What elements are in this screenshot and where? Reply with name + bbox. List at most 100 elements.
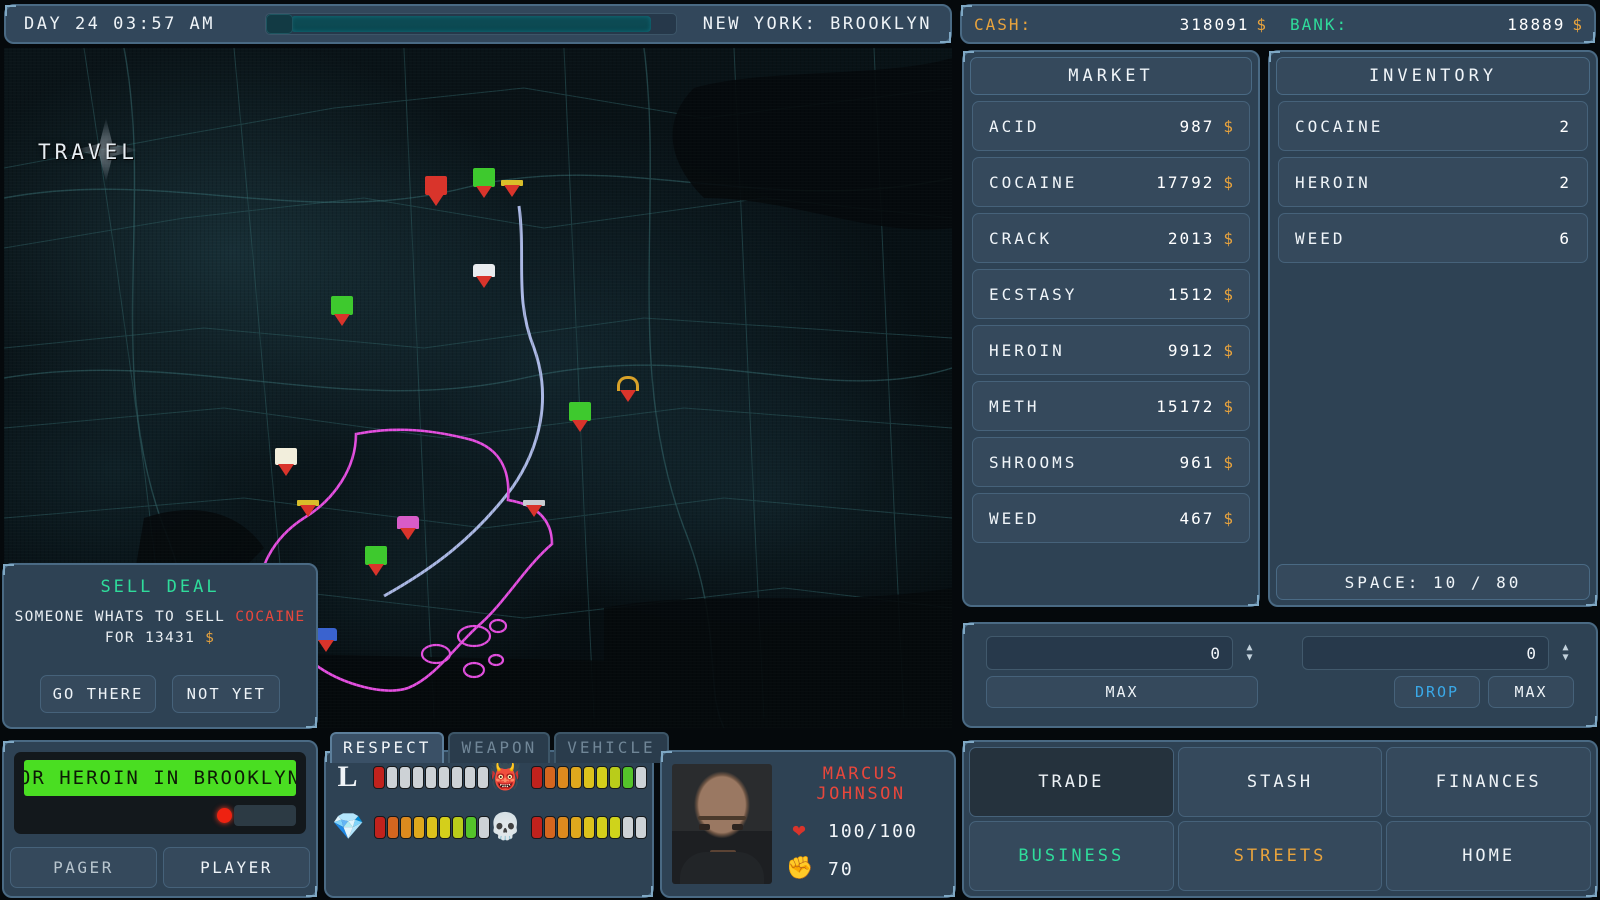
marker-green-cash-4[interactable] [365, 546, 387, 576]
market-row[interactable]: HEROIN9912$ [972, 325, 1250, 375]
law-respect-segment [451, 766, 463, 789]
gang-respect-segment [609, 766, 621, 789]
respect-row: 💎💀 [326, 802, 652, 852]
marker-white-bank-pin-icon [278, 464, 294, 476]
wealth-respect-segment [413, 816, 425, 839]
gang-respect-segment [622, 766, 634, 789]
marker-green-cash-4-body [365, 546, 387, 565]
market-row[interactable]: ACID987$ [972, 101, 1250, 151]
currency-icon: $ [1223, 173, 1233, 192]
bank-value: 18889 [1348, 15, 1565, 34]
marker-white-club[interactable] [473, 264, 495, 288]
sell-deal-text-before: SOMEONE WHATS TO SELL [15, 609, 226, 625]
drop-button[interactable]: DROP [1394, 676, 1480, 708]
topbar-right: CASH: 318091 $ BANK: 18889 $ [960, 4, 1596, 44]
tab-pager[interactable]: PAGER [10, 847, 157, 888]
market-item-price: 467 [1179, 509, 1214, 528]
inventory-row[interactable]: WEED6 [1278, 213, 1588, 263]
action-home-button[interactable]: HOME [1386, 821, 1591, 891]
buy-quantity-input[interactable]: 0 [986, 636, 1233, 670]
sell-deal-price-prefix: FOR [105, 630, 135, 646]
tab-vehicle[interactable]: VEHICLE [554, 732, 668, 763]
market-item-list: ACID987$COCAINE17792$CRACK2013$ECSTASY15… [964, 95, 1258, 543]
wealth-respect-segment [400, 816, 412, 839]
market-row[interactable]: COCAINE17792$ [972, 157, 1250, 207]
gang-respect-bar [531, 766, 647, 789]
currency-icon: $ [1223, 229, 1233, 248]
marker-red-building[interactable] [425, 176, 447, 206]
market-item-name: WEED [989, 509, 1179, 528]
gang-respect-segment [596, 766, 608, 789]
street-respect-segment [557, 816, 569, 839]
time-progress-bar [265, 13, 677, 35]
health-stat: ❤ 100/100 [780, 820, 942, 842]
sell-quantity-stepper[interactable]: ▲▼ [1557, 644, 1574, 662]
street-respect-segment [609, 816, 621, 839]
tab-weapon[interactable]: WEAPON [448, 732, 550, 763]
marker-gold-shop[interactable] [501, 180, 523, 197]
tab-player[interactable]: PLAYER [163, 847, 310, 888]
travel-control[interactable]: TRAVEL [38, 140, 138, 164]
wealth-respect-segment [465, 816, 477, 839]
street-respect-segment [596, 816, 608, 839]
action-finances-button[interactable]: FINANCES [1386, 747, 1591, 817]
buy-quantity-column: 0 ▲▼ MAX [964, 624, 1280, 726]
marker-green-cash-3[interactable] [569, 402, 591, 432]
sell-quantity-input[interactable]: 0 [1302, 636, 1549, 670]
bank-label: BANK: [1290, 15, 1348, 34]
market-row[interactable]: WEED467$ [972, 493, 1250, 543]
strength-stat: ✊ 70 [780, 858, 942, 880]
marker-blue-dome[interactable] [315, 628, 337, 652]
currency-icon: $ [1223, 341, 1233, 360]
gang-respect-segment [557, 766, 569, 789]
time-progress-head [266, 14, 293, 34]
wealth-respect: 💎 [332, 814, 489, 840]
sell-max-button[interactable]: MAX [1488, 676, 1574, 708]
action-stash-button[interactable]: STASH [1178, 747, 1383, 817]
sell-quantity-buttons: DROP MAX [1302, 676, 1574, 708]
street-respect-bar [531, 816, 647, 839]
time-progress-fill [291, 16, 652, 32]
marker-pink-house-pin-icon [400, 528, 416, 540]
market-item-price: 15172 [1156, 397, 1214, 416]
inventory-space-label: SPACE: 10 / 80 [1345, 573, 1522, 592]
marker-gold-shop-2[interactable] [297, 500, 319, 517]
market-row[interactable]: SHROOMS961$ [972, 437, 1250, 487]
street-respect-segment [635, 816, 647, 839]
buy-max-button[interactable]: MAX [986, 676, 1258, 708]
marker-green-cash[interactable] [473, 168, 495, 198]
respect-tab-strip: RESPECTWEAPONVEHICLE [330, 732, 669, 763]
skull-icon: 💀 [489, 814, 521, 840]
sell-quantity-column: 0 ▲▼ DROP MAX [1280, 624, 1596, 726]
marker-grey-bar[interactable] [523, 500, 545, 517]
market-item-price: 987 [1179, 117, 1214, 136]
wealth-respect-segment [387, 816, 399, 839]
go-there-button[interactable]: GO THERE [40, 675, 157, 713]
action-trade-button[interactable]: TRADE [969, 747, 1174, 817]
marker-gold-scale-pin-icon [620, 390, 636, 402]
market-row[interactable]: CRACK2013$ [972, 213, 1250, 263]
law-respect-segment [464, 766, 476, 789]
action-streets-button[interactable]: STREETS [1178, 821, 1383, 891]
market-row[interactable]: METH15172$ [972, 381, 1250, 431]
marker-white-bank[interactable] [275, 448, 297, 476]
respect-panel: RESPECTWEAPONVEHICLE L👹💎💀 [324, 750, 654, 898]
pager-tabs: PAGER PLAYER [10, 847, 310, 888]
not-yet-button[interactable]: NOT YET [172, 675, 280, 713]
market-row[interactable]: ECSTASY1512$ [972, 269, 1250, 319]
marker-white-bank-body [275, 448, 297, 465]
tab-respect[interactable]: RESPECT [330, 732, 444, 763]
marker-green-cash-2[interactable] [331, 296, 353, 326]
market-item-price: 961 [1179, 453, 1214, 472]
marker-gold-scale[interactable] [617, 376, 639, 402]
inventory-space-bar: SPACE: 10 / 80 [1276, 564, 1590, 600]
gang-respect-segment [570, 766, 582, 789]
marker-pink-house[interactable] [397, 516, 419, 540]
sell-quantity-row: 0 ▲▼ [1302, 636, 1574, 670]
street-respect-segment [570, 816, 582, 839]
action-business-button[interactable]: BUSINESS [969, 821, 1174, 891]
inventory-row[interactable]: HEROIN2 [1278, 157, 1588, 207]
inventory-row[interactable]: COCAINE2 [1278, 101, 1588, 151]
buy-quantity-stepper[interactable]: ▲▼ [1241, 644, 1258, 662]
currency-icon: $ [1223, 117, 1233, 136]
